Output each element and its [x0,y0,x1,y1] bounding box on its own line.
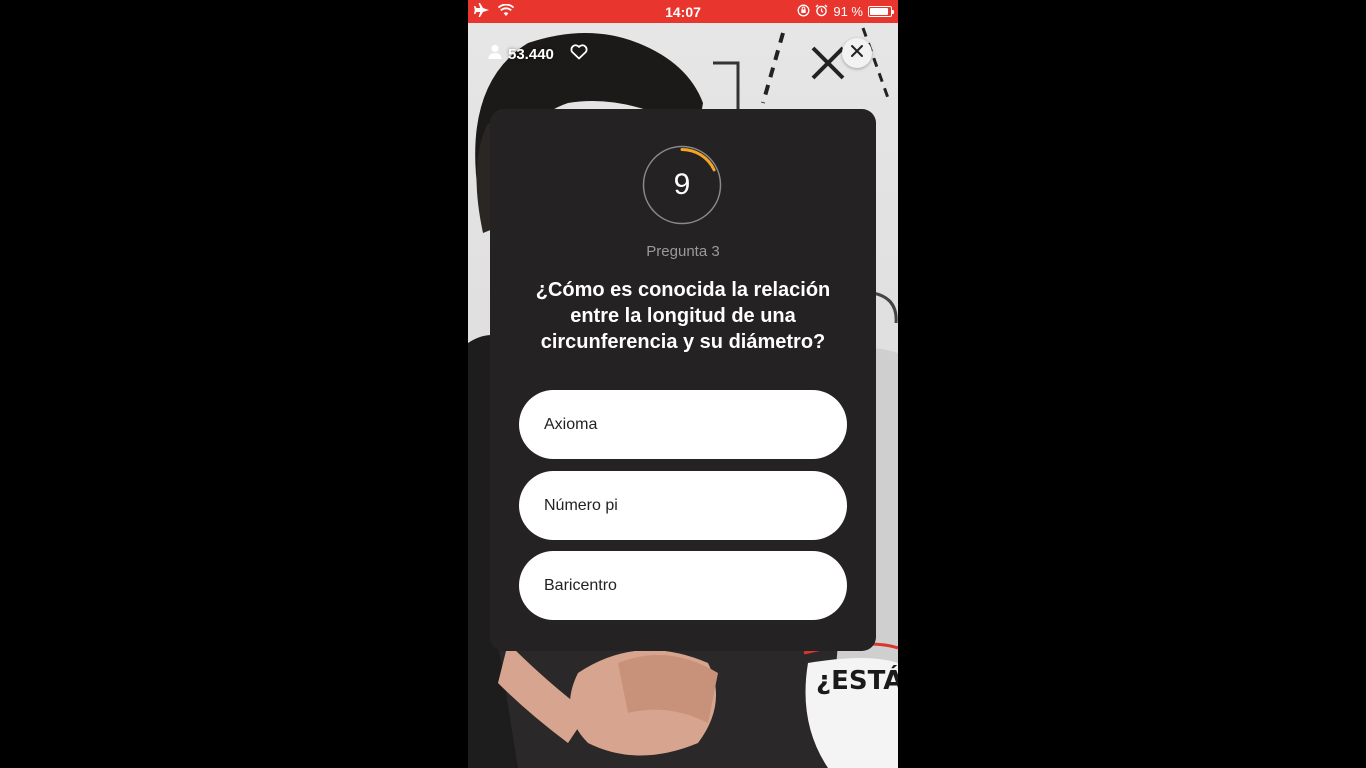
close-icon [850,44,864,63]
heart-icon[interactable] [570,44,588,64]
orientation-lock-icon [797,4,810,20]
viewer-count-value: 53.440 [508,45,554,63]
countdown-timer: 9 [642,145,722,225]
question-number: Pregunta 3 [646,243,720,260]
answer-option-3[interactable]: Baricentro [519,551,847,620]
close-button[interactable] [842,38,872,68]
phone-screen: 14:07 91 % ¿ESTÁ 53.440 9 Pregunta 3 ¿Có… [468,0,898,768]
user-icon [488,44,502,64]
timer-value: 9 [673,168,691,201]
question-text: ¿Cómo es conocida la relación entre la l… [535,279,831,353]
answer-option-2[interactable]: Número pi [519,471,847,540]
battery-percentage: 91 % [833,4,863,19]
status-bar: 14:07 91 % [468,0,898,23]
answer-option-1[interactable]: Axioma [519,390,847,459]
viewer-count: 53.440 [488,44,588,64]
status-right-icons: 91 % [797,3,894,20]
answer-label: Número pi [544,496,618,514]
alarm-icon [815,4,828,20]
answer-label: Baricentro [544,576,617,594]
whiteboard-sign-text: ¿ESTÁS [816,666,898,696]
question-card: 9 Pregunta 3 ¿Cómo es conocida la relaci… [490,109,876,651]
answer-label: Axioma [544,415,598,433]
battery-icon [868,6,894,17]
